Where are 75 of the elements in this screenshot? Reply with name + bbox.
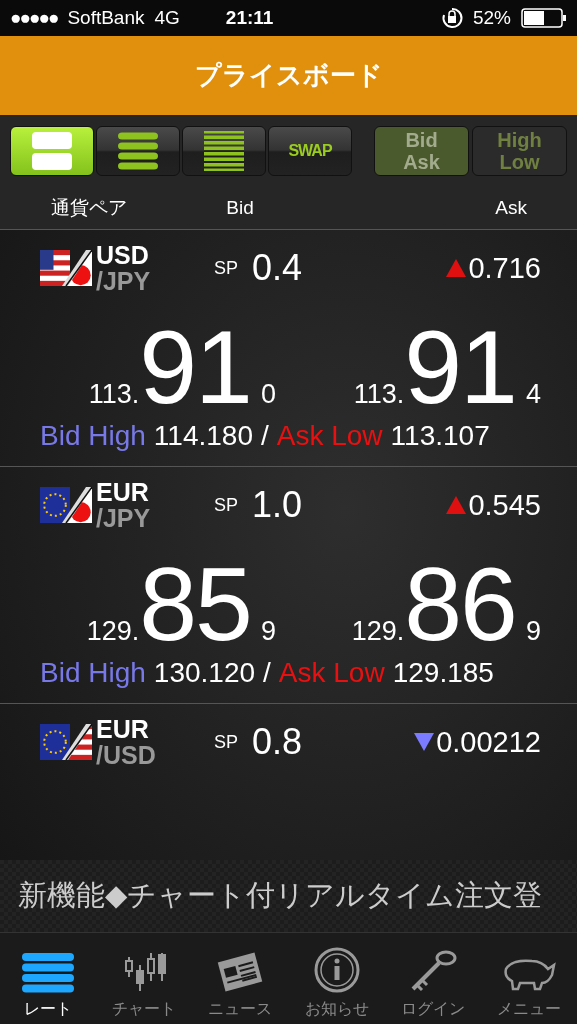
quote-currency: /USD bbox=[96, 742, 157, 768]
layout-button[interactable] bbox=[96, 126, 180, 176]
display-mode-button[interactable]: Bid Ask bbox=[374, 126, 469, 176]
change-value: 0.00212 bbox=[436, 725, 541, 759]
bid-price-pips: 91 bbox=[139, 326, 251, 410]
high-label: Bid High bbox=[40, 420, 146, 452]
swap-button[interactable]: SWAP bbox=[268, 126, 352, 176]
flag-pair-icon bbox=[40, 487, 92, 523]
tab-bar-item[interactable]: ニュース bbox=[192, 933, 289, 1024]
ask-price-prefix: 129. bbox=[351, 616, 405, 647]
spread-label: SP bbox=[214, 257, 238, 279]
down-triangle-icon bbox=[414, 733, 435, 751]
ask-price-pips: 91 bbox=[404, 326, 516, 410]
low-label: Ask Low bbox=[276, 420, 383, 452]
spread-value: 0.8 bbox=[252, 721, 303, 763]
base-currency: USD bbox=[96, 242, 150, 268]
rows-icon bbox=[31, 131, 73, 171]
layout-button[interactable] bbox=[10, 126, 94, 176]
rate-row[interactable]: EUR /JPY SP 1.0 0.545 129.85 9 129.86 9 Bid High 130.120 / Ask Low 129.185 bbox=[0, 466, 577, 703]
page-title: プライスボード bbox=[194, 59, 383, 92]
battery-icon bbox=[521, 8, 567, 28]
bid-price-pips: 85 bbox=[139, 563, 251, 647]
battery-percent: 52% bbox=[472, 7, 511, 29]
high-label: Bid High bbox=[40, 657, 146, 689]
rows-icon bbox=[203, 131, 245, 171]
base-currency: EUR bbox=[96, 479, 150, 505]
candlestick-icon bbox=[122, 951, 167, 993]
bid-price-prefix: 113. bbox=[88, 379, 140, 410]
spread-label: SP bbox=[214, 731, 238, 753]
bid-price-fraction: 0 bbox=[260, 379, 276, 410]
spread-label: SP bbox=[214, 494, 238, 516]
quote-currency: /JPY bbox=[96, 268, 152, 294]
high-value: 130.120 bbox=[153, 657, 256, 689]
display-mode-button[interactable]: High Low bbox=[472, 126, 567, 176]
column-header: Ask bbox=[494, 197, 528, 219]
bid-price-fraction: 9 bbox=[260, 616, 276, 647]
tab-bar-item[interactable]: ログイン bbox=[384, 933, 481, 1024]
low-value: 129.185 bbox=[392, 657, 494, 689]
ask-price-pips: 86 bbox=[404, 563, 516, 647]
bid-price-prefix: 129. bbox=[86, 616, 140, 647]
separator: / bbox=[263, 657, 271, 689]
flag-pair-icon bbox=[40, 724, 92, 760]
ask-price-prefix: 113. bbox=[353, 379, 405, 410]
low-label: Ask Low bbox=[278, 657, 385, 689]
high-value: 114.180 bbox=[153, 420, 253, 452]
quote-currency: /JPY bbox=[96, 505, 152, 531]
spread-value: 1.0 bbox=[252, 484, 303, 526]
tab-bar-item[interactable]: お知らせ bbox=[288, 933, 385, 1024]
layout-button[interactable] bbox=[182, 126, 266, 176]
list-icon bbox=[22, 953, 75, 993]
separator: / bbox=[261, 420, 269, 452]
info-icon bbox=[313, 947, 360, 993]
tab-bar-item[interactable]: チャート bbox=[96, 933, 193, 1024]
tab-bar-item[interactable]: メニュー bbox=[480, 933, 577, 1024]
low-value: 113.107 bbox=[390, 420, 490, 452]
rate-row[interactable]: USD /JPY SP 0.4 0.716 113.91 0 113.91 4 Bid High 114.180 / Ask Low 113.107 bbox=[0, 229, 577, 466]
rows-icon bbox=[117, 131, 159, 171]
signal-dots: ●●●●● bbox=[10, 7, 58, 29]
column-header: Bid bbox=[225, 197, 255, 219]
up-triangle-icon bbox=[446, 259, 467, 277]
ask-price-fraction: 4 bbox=[525, 379, 541, 410]
rotation-lock-icon bbox=[440, 7, 463, 29]
base-currency: EUR bbox=[96, 716, 150, 742]
tab-bar-item[interactable]: レート bbox=[0, 933, 97, 1024]
ask-price-fraction: 9 bbox=[525, 616, 541, 647]
network-type: 4G bbox=[154, 7, 180, 29]
ticker-text: 新機能◆チャート付リアルタイム注文登 bbox=[18, 878, 543, 913]
change-value: 0.716 bbox=[468, 251, 541, 285]
spread-value: 0.4 bbox=[252, 247, 303, 289]
column-header: 通貨ペア bbox=[50, 196, 128, 220]
up-triangle-icon bbox=[446, 496, 467, 514]
carrier-name: SoftBank bbox=[67, 7, 145, 29]
change-value: 0.545 bbox=[468, 488, 541, 522]
status-time: 21:11 bbox=[225, 7, 274, 29]
flag-pair-icon bbox=[40, 250, 92, 286]
